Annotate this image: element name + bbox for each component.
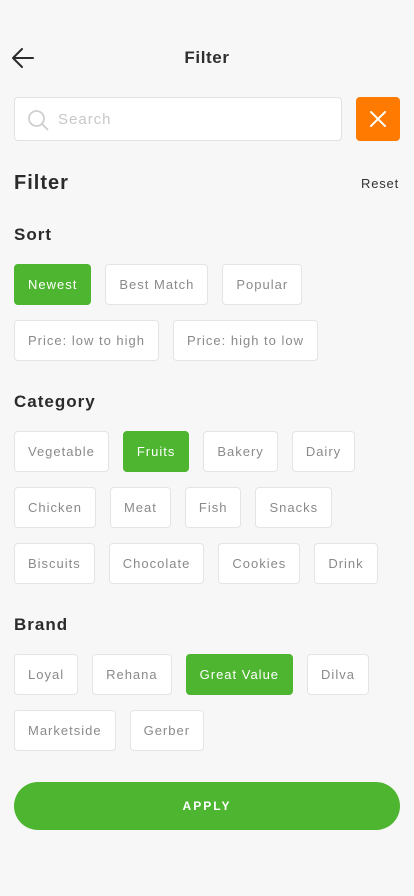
category-chip-meat[interactable]: Meat: [109, 487, 171, 528]
reset-button[interactable]: Reset: [361, 176, 399, 191]
search-input[interactable]: [58, 98, 328, 140]
sort-options: Newest Best Match Popular Price: low to …: [14, 264, 404, 361]
category-chip-snacks[interactable]: Snacks: [255, 487, 333, 528]
sort-chip-best-match[interactable]: Best Match: [105, 264, 209, 305]
page-title: Filter: [184, 48, 230, 67]
category-chip-dairy[interactable]: Dairy: [291, 431, 356, 472]
brand-chip-rehana[interactable]: Rehana: [92, 654, 172, 695]
brand-chip-dilva[interactable]: Dilva: [307, 654, 369, 695]
search-box[interactable]: [14, 97, 342, 141]
category-chip-chocolate[interactable]: Chocolate: [108, 543, 205, 584]
clear-search-button[interactable]: [356, 97, 400, 141]
category-chip-fish[interactable]: Fish: [184, 487, 242, 528]
category-chip-bakery[interactable]: Bakery: [203, 431, 278, 472]
sort-chip-price-low-high[interactable]: Price: low to high: [14, 320, 159, 361]
search-icon: [28, 110, 49, 131]
brand-chip-marketside[interactable]: Marketside: [14, 710, 116, 751]
category-chip-chicken[interactable]: Chicken: [14, 487, 96, 528]
brand-heading: Brand: [14, 615, 69, 634]
sort-chip-price-high-low[interactable]: Price: high to low: [173, 320, 318, 361]
apply-button[interactable]: APPLY: [14, 782, 400, 830]
category-chip-vegetable[interactable]: Vegetable: [14, 431, 109, 472]
category-chip-drink[interactable]: Drink: [314, 543, 378, 584]
sort-chip-popular[interactable]: Popular: [222, 264, 303, 305]
brand-chip-loyal[interactable]: Loyal: [14, 654, 79, 695]
category-heading: Category: [14, 392, 96, 411]
brand-options: Loyal Rehana Great Value Dilva Marketsid…: [14, 654, 404, 751]
category-options: Vegetable Fruits Bakery Dairy Chicken Me…: [14, 431, 404, 584]
brand-chip-gerber[interactable]: Gerber: [129, 710, 205, 751]
category-chip-fruits[interactable]: Fruits: [122, 431, 190, 472]
header: Filter: [0, 36, 414, 80]
close-icon: [370, 111, 386, 127]
category-chip-cookies[interactable]: Cookies: [218, 543, 301, 584]
filter-heading: Filter: [14, 172, 69, 194]
brand-chip-great-value[interactable]: Great Value: [185, 654, 294, 695]
category-chip-biscuits[interactable]: Biscuits: [14, 543, 95, 584]
sort-heading: Sort: [14, 225, 52, 244]
sort-chip-newest[interactable]: Newest: [14, 264, 92, 305]
